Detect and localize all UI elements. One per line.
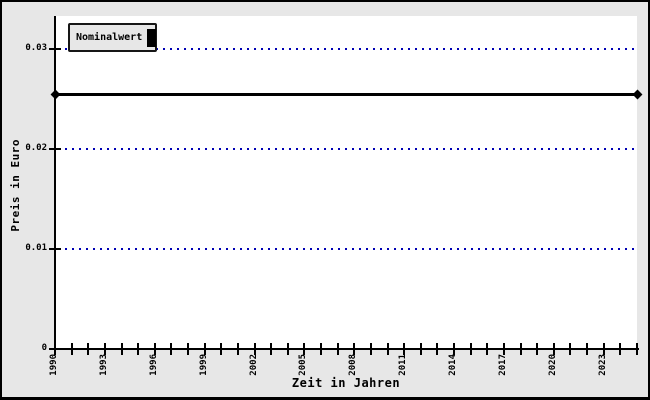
y-axis-tick-label: 0.01 bbox=[25, 243, 47, 253]
x-axis-tick-label: 2002 bbox=[249, 354, 259, 376]
x-axis-line bbox=[54, 348, 639, 350]
y-gridline bbox=[58, 148, 635, 150]
x-axis-tick-label: 1999 bbox=[199, 354, 209, 376]
x-axis-tick-label: 2011 bbox=[398, 354, 408, 376]
x-axis-tick-label: 1993 bbox=[99, 354, 109, 376]
x-axis-tick-label: 2008 bbox=[348, 354, 358, 376]
plot-area bbox=[55, 16, 637, 349]
x-axis-tick-label: 2020 bbox=[548, 354, 558, 376]
x-axis-tick-label: 1996 bbox=[149, 354, 159, 376]
y-axis-tick-label: 0 bbox=[41, 343, 47, 353]
series-line-nominalwert bbox=[55, 93, 637, 96]
x-axis-tick-label: 2023 bbox=[598, 354, 608, 376]
y-axis-title: Preis in Euro bbox=[9, 139, 22, 232]
y-axis-line bbox=[54, 16, 56, 355]
legend-label: Nominalwert bbox=[76, 32, 143, 43]
y-gridline bbox=[58, 248, 635, 250]
x-axis-tick-label: 2017 bbox=[498, 354, 508, 376]
legend-series-marker-icon bbox=[147, 28, 157, 47]
x-axis-tick-label: 1990 bbox=[49, 354, 59, 376]
chart-canvas: 0 0.01 0.02 0.03 1990 1993 1996 1999 2002 2005 200… bbox=[0, 0, 650, 400]
legend-box: Nominalwert bbox=[68, 23, 157, 52]
x-axis-tick-label: 2005 bbox=[298, 354, 308, 376]
y-axis-tick-label: 0.03 bbox=[25, 43, 47, 53]
x-axis-tick-label: 2014 bbox=[448, 354, 458, 376]
x-axis-title: Zeit in Jahren bbox=[291, 376, 401, 390]
